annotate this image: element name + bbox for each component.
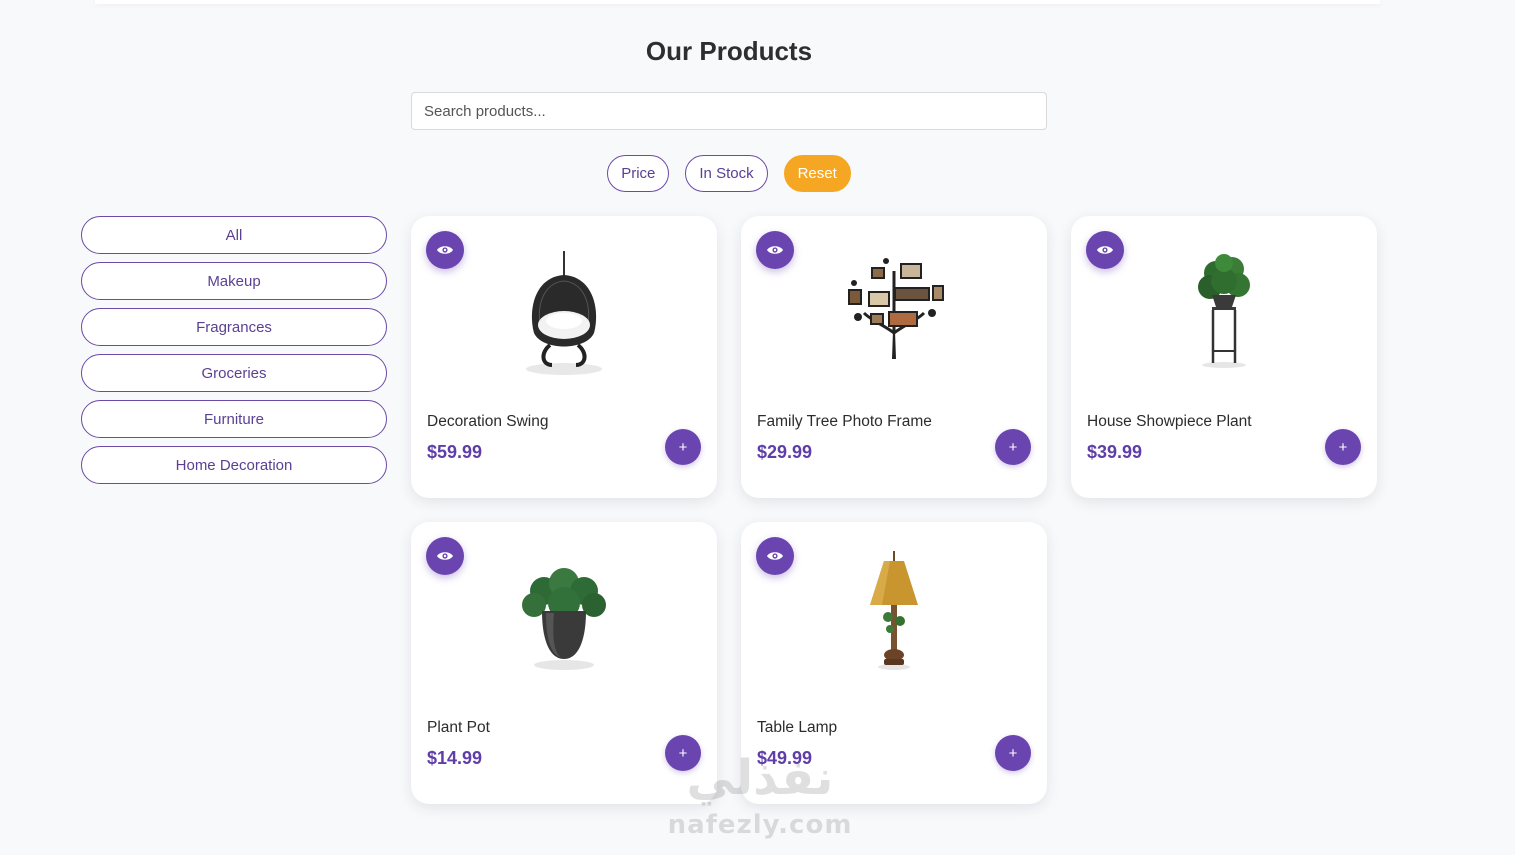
category-list: All Makeup Fragrances Groceries Furnitur… <box>81 216 387 484</box>
filter-bar: Price In Stock Reset <box>0 155 1458 192</box>
add-to-cart-button[interactable]: + <box>995 429 1031 465</box>
add-to-cart-button[interactable]: + <box>1325 429 1361 465</box>
product-card[interactable]: Family Tree Photo Frame $29.99 + <box>741 216 1047 498</box>
eye-icon[interactable] <box>426 231 464 269</box>
category-fragrances[interactable]: Fragrances <box>81 308 387 346</box>
eye-icon[interactable] <box>756 231 794 269</box>
product-card[interactable]: House Showpiece Plant $39.99 + <box>1071 216 1377 498</box>
product-name: Family Tree Photo Frame <box>757 413 932 430</box>
product-price: $39.99 <box>1087 442 1143 462</box>
product-name: Decoration Swing <box>427 413 549 430</box>
table-lamp-image <box>870 551 918 670</box>
eye-icon[interactable] <box>756 537 794 575</box>
add-to-cart-button[interactable]: + <box>665 429 701 465</box>
category-home-decoration[interactable]: Home Decoration <box>81 446 387 484</box>
eye-icon[interactable] <box>1086 231 1124 269</box>
potted-plant-image <box>522 568 606 670</box>
family-tree-frame-image <box>848 258 944 359</box>
in-stock-filter-button[interactable]: In Stock <box>685 155 768 192</box>
add-to-cart-button[interactable]: + <box>665 735 701 771</box>
price-filter-button[interactable]: Price <box>607 155 670 192</box>
add-to-cart-button[interactable]: + <box>995 735 1031 771</box>
product-card[interactable]: Plant Pot $14.99 + <box>411 522 717 804</box>
plant-on-stand-image <box>1198 254 1250 368</box>
eye-icon[interactable] <box>426 537 464 575</box>
product-name: Table Lamp <box>757 719 838 736</box>
product-price: $14.99 <box>427 748 483 768</box>
category-makeup[interactable]: Makeup <box>81 262 387 300</box>
product-card[interactable]: Table Lamp $49.99 + <box>741 522 1047 804</box>
product-price: $59.99 <box>427 442 483 462</box>
category-all[interactable]: All <box>81 216 387 254</box>
product-card[interactable]: Decoration Swing $59.99 + <box>411 216 717 498</box>
search-input[interactable] <box>411 92 1047 130</box>
watermark-latin: nafezly.com <box>667 810 853 840</box>
hanging-swing-chair-image <box>526 251 602 375</box>
reset-button[interactable]: Reset <box>783 155 851 192</box>
header-edge <box>95 0 1380 4</box>
page-title: Our Products <box>645 36 813 66</box>
category-furniture[interactable]: Furniture <box>81 400 387 438</box>
category-groceries[interactable]: Groceries <box>81 354 387 392</box>
product-price: $49.99 <box>757 748 813 768</box>
product-price: $29.99 <box>757 442 813 462</box>
product-name: Plant Pot <box>427 719 490 736</box>
product-name: House Showpiece Plant <box>1087 413 1252 430</box>
